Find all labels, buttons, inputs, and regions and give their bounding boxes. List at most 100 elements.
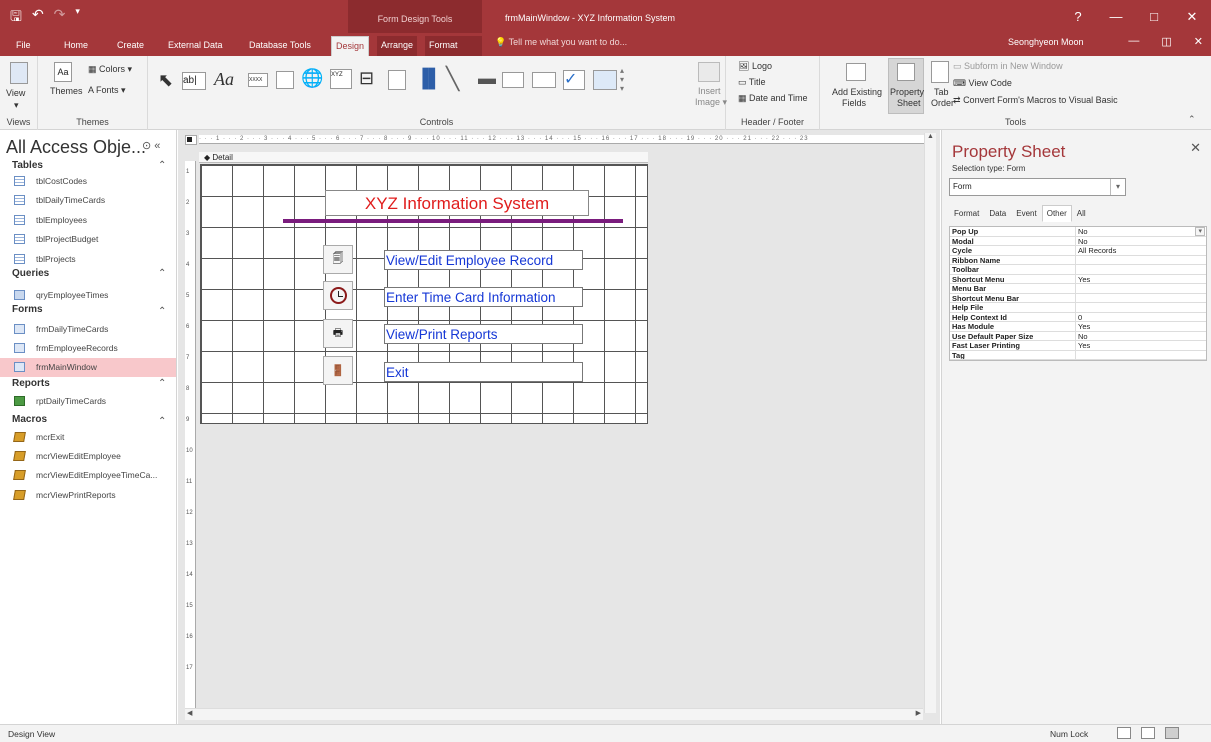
add-fields-button[interactable]: Add Existing: [832, 87, 882, 97]
restore-button[interactable]: □: [1135, 0, 1173, 33]
add-fields-button-line2[interactable]: Fields: [842, 98, 866, 108]
select-arrow-icon[interactable]: ⬉: [158, 70, 173, 91]
property-row[interactable]: Has Module Yes: [950, 322, 1206, 332]
property-value[interactable]: No: [1076, 237, 1206, 245]
collapse-chevron-icon[interactable]: ⌃: [158, 416, 166, 427]
form-title-label[interactable]: XYZ Information System: [325, 190, 589, 216]
textbox-icon[interactable]: ab|: [182, 72, 206, 90]
insert-image-button[interactable]: Insert: [698, 86, 721, 96]
property-value[interactable]: All Records: [1076, 246, 1206, 254]
combo-box-icon[interactable]: [502, 72, 524, 88]
property-value[interactable]: No: [1076, 332, 1206, 340]
save-icon[interactable]: 🖫: [10, 6, 22, 30]
property-value[interactable]: 0: [1076, 313, 1206, 321]
tab-format-props[interactable]: Format: [949, 205, 984, 222]
property-row[interactable]: Shortcut Menu Yes: [950, 274, 1206, 284]
tab-other-props[interactable]: Other: [1041, 205, 1072, 222]
nav-item-mcrvieweditemployeetimecards[interactable]: mcrViewEditEmployeeTimeCa...: [0, 466, 176, 485]
date-time-button[interactable]: ▦ Date and Time: [738, 93, 808, 104]
property-sheet-button-line2[interactable]: Sheet: [897, 98, 921, 108]
chart-icon[interactable]: ▐▌: [416, 68, 442, 89]
horizontal-scrollbar[interactable]: ◀ ▶: [185, 708, 923, 720]
property-value[interactable]: Yes: [1076, 322, 1206, 330]
line-icon[interactable]: ╲: [446, 66, 459, 92]
enter-time-card-label[interactable]: Enter Time Card Information: [384, 287, 583, 307]
nav-item-qryemployeetimes[interactable]: qryEmployeeTimes: [0, 286, 176, 305]
nav-item-mcrviewprintreports[interactable]: mcrViewPrintReports: [0, 486, 176, 505]
nav-item-mcrexit[interactable]: mcrExit: [0, 428, 176, 447]
nav-item-mcrvieweditemployee[interactable]: mcrViewEditEmployee: [0, 447, 176, 466]
nav-item-rptdailytimecards[interactable]: rptDailyTimeCards: [0, 392, 176, 411]
view-dropdown-icon[interactable]: ▾: [14, 100, 19, 111]
close-button[interactable]: ✕: [1173, 0, 1211, 33]
nav-category-tables[interactable]: Tables ⌃: [12, 160, 166, 171]
ribbon-restore-icon[interactable]: ◫: [1161, 35, 1171, 48]
property-sheet-icon[interactable]: [897, 63, 915, 81]
help-button[interactable]: ?: [1059, 0, 1097, 33]
nav-item-tblprojects[interactable]: tblProjects: [0, 250, 176, 269]
property-sheet-button[interactable]: Property: [890, 87, 924, 97]
close-icon[interactable]: ✕: [1190, 140, 1201, 156]
tab-file[interactable]: File: [12, 36, 35, 56]
nav-category-queries[interactable]: Queries ⌃: [12, 268, 166, 279]
tab-format[interactable]: Format: [425, 36, 482, 56]
view-print-reports-button[interactable]: 🖶: [323, 319, 353, 348]
minimize-button[interactable]: —: [1097, 0, 1135, 33]
add-fields-icon[interactable]: [846, 63, 866, 81]
property-row[interactable]: Menu Bar: [950, 284, 1206, 294]
tab-order-icon[interactable]: [931, 61, 949, 83]
title-underline[interactable]: [283, 219, 623, 223]
form-view-icon[interactable]: [1117, 727, 1131, 739]
property-row[interactable]: Modal No: [950, 236, 1206, 246]
selection-dropdown[interactable]: Form ▾: [949, 178, 1126, 196]
web-browser-icon[interactable]: XYZ: [330, 69, 352, 89]
chevron-down-icon[interactable]: ▾: [1110, 179, 1125, 195]
collapse-chevron-icon[interactable]: ⌃: [158, 160, 166, 171]
controls-scroll-icon[interactable]: ▴ ▾ ▾: [620, 66, 624, 93]
property-row[interactable]: Help File: [950, 303, 1206, 313]
enter-time-card-button[interactable]: [323, 281, 353, 310]
property-row[interactable]: Pop Up No ▾: [950, 227, 1206, 237]
tab-arrange[interactable]: Arrange: [377, 36, 418, 56]
insert-image-icon[interactable]: [698, 62, 720, 82]
layout-view-icon[interactable]: [1141, 727, 1155, 739]
option-group-icon[interactable]: [388, 70, 406, 90]
design-view-icon[interactable]: [1165, 727, 1179, 739]
property-row[interactable]: Tag: [950, 350, 1206, 360]
collapse-ribbon-icon[interactable]: ⌃: [1188, 114, 1196, 125]
form-selector[interactable]: [185, 135, 197, 145]
collapse-chevron-icon[interactable]: ⌃: [158, 378, 166, 389]
nav-category-macros[interactable]: Macros ⌃: [12, 414, 166, 427]
image-icon[interactable]: [593, 70, 617, 90]
property-value[interactable]: [1076, 351, 1206, 360]
ribbon-minimize-icon[interactable]: —: [1128, 35, 1139, 48]
property-row[interactable]: Help Context Id 0: [950, 312, 1206, 322]
title-button[interactable]: ▭ Title: [738, 77, 766, 88]
collapse-chevron-icon[interactable]: ⌃: [158, 268, 166, 279]
view-edit-employee-button[interactable]: 🗐: [323, 245, 353, 274]
label-icon[interactable]: Aa: [214, 69, 234, 90]
tab-create[interactable]: Create: [113, 36, 148, 56]
themes-button[interactable]: Themes: [50, 86, 83, 96]
redo-icon[interactable]: ↷: [54, 6, 66, 30]
scroll-left-icon[interactable]: ◀: [187, 709, 192, 717]
logo-button[interactable]: 🖼 Logo: [738, 61, 772, 72]
view-button[interactable]: View: [6, 88, 25, 98]
vertical-scrollbar[interactable]: ▲: [924, 133, 936, 713]
property-value[interactable]: [1076, 303, 1206, 312]
property-value[interactable]: No ▾: [1076, 227, 1206, 236]
detail-section-header[interactable]: ◆ Detail: [199, 152, 648, 163]
themes-icon[interactable]: Aa: [54, 62, 72, 82]
navigation-control-icon[interactable]: ⊟: [359, 68, 374, 89]
view-edit-employee-label[interactable]: View/Edit Employee Record: [384, 250, 583, 270]
exit-label[interactable]: Exit: [384, 362, 583, 382]
nav-category-forms[interactable]: Forms ⌃: [12, 304, 166, 317]
nav-item-frmmainwindow[interactable]: frmMainWindow: [0, 358, 176, 377]
undo-icon[interactable]: ↶: [32, 6, 44, 30]
colors-button[interactable]: ▦ Colors ▾: [88, 64, 132, 75]
tab-design[interactable]: Design: [331, 36, 370, 56]
property-row[interactable]: Ribbon Name: [950, 255, 1206, 265]
nav-item-frmemployeerecords[interactable]: frmEmployeeRecords: [0, 339, 176, 358]
collapse-chevron-icon[interactable]: ⌃: [158, 306, 166, 317]
button-icon[interactable]: XXXX: [248, 73, 268, 87]
